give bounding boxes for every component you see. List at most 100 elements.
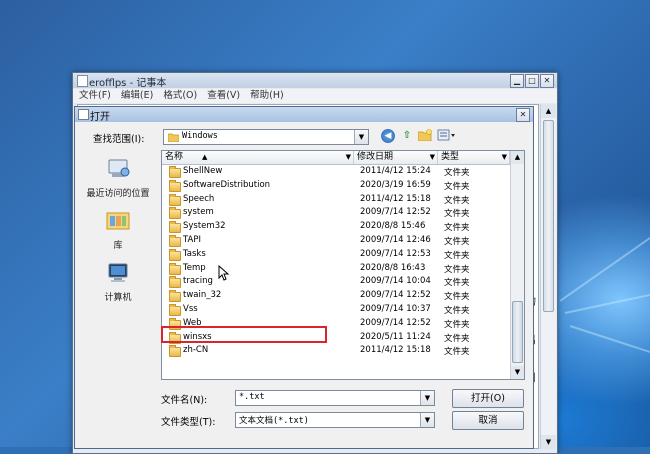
file-type: 文件夹 bbox=[444, 278, 470, 289]
menu-format[interactable]: 格式(O) bbox=[163, 89, 197, 103]
window-title: erofflps - 记事本 bbox=[89, 78, 167, 89]
table-row[interactable]: TAPI 2009/7/14 12:46 文件夹 bbox=[162, 234, 510, 248]
file-type: 文件夹 bbox=[444, 305, 470, 316]
new-folder-icon[interactable] bbox=[417, 129, 433, 143]
file-name: Tasks bbox=[183, 248, 206, 259]
chevron-down-icon[interactable]: ▼ bbox=[430, 151, 435, 164]
table-row[interactable]: SoftwareDistribution 2020/3/19 16:59 文件夹 bbox=[162, 179, 510, 193]
look-in-value: Windows bbox=[182, 131, 218, 141]
table-row[interactable]: tracing 2009/7/14 10:04 文件夹 bbox=[162, 275, 510, 289]
file-type: 文件夹 bbox=[444, 333, 470, 344]
file-name: Speech bbox=[183, 193, 215, 204]
chevron-down-icon[interactable]: ▼ bbox=[502, 151, 507, 164]
table-row[interactable]: Speech 2011/4/12 15:18 文件夹 bbox=[162, 193, 510, 207]
place-recent[interactable]: 最近访问的位置 bbox=[83, 158, 153, 199]
chevron-down-icon[interactable]: ▼ bbox=[354, 130, 368, 144]
folder-icon bbox=[169, 345, 181, 358]
file-date: 2020/5/11 11:24 bbox=[360, 331, 431, 342]
scroll-up-icon[interactable]: ▲ bbox=[511, 151, 524, 164]
list-header: 名称 ▲ ▼ 修改日期 ▼ 类型 ▼ bbox=[162, 151, 510, 165]
table-row[interactable]: System32 2020/8/8 15:46 文件夹 bbox=[162, 220, 510, 234]
open-button[interactable]: 打开(O) bbox=[452, 389, 524, 408]
close-button[interactable]: ✕ bbox=[516, 108, 530, 122]
folder-icon bbox=[169, 221, 181, 234]
file-date: 2020/8/8 15:46 bbox=[360, 221, 426, 232]
file-type: 文件夹 bbox=[444, 181, 470, 192]
file-date: 2020/3/19 16:59 bbox=[360, 179, 431, 190]
folder-icon bbox=[169, 193, 181, 206]
folder-icon bbox=[169, 290, 181, 303]
open-file-dialog: 打开 ✕ 查找范围(I): Windows ▼ ◀ ⇧ 最近访问的位置 库 计算… bbox=[74, 106, 534, 449]
filetype-value: 文本文档(*.txt) bbox=[239, 416, 309, 426]
filename-input[interactable]: *.txt ▼ bbox=[235, 390, 435, 406]
chevron-down-icon[interactable]: ▼ bbox=[346, 151, 351, 164]
table-row[interactable]: system 2009/7/14 12:52 文件夹 bbox=[162, 206, 510, 220]
file-type: 文件夹 bbox=[444, 195, 470, 206]
scroll-thumb[interactable] bbox=[512, 301, 523, 363]
folder-icon bbox=[169, 276, 181, 289]
file-type: 文件夹 bbox=[444, 264, 470, 275]
place-libraries[interactable]: 库 bbox=[83, 210, 153, 251]
file-date: 2009/7/14 12:52 bbox=[360, 317, 431, 328]
minimize-button[interactable]: ▁ bbox=[510, 74, 524, 88]
place-computer[interactable]: 计算机 bbox=[83, 262, 153, 303]
folder-icon bbox=[169, 234, 181, 247]
file-date: 2009/7/14 12:53 bbox=[360, 248, 431, 259]
list-scrollbar[interactable]: ▲ ▼ bbox=[510, 151, 524, 379]
up-folder-icon[interactable]: ⇧ bbox=[400, 129, 414, 143]
notepad-titlebar[interactable]: erofflps - 记事本 ▁ □ ✕ bbox=[73, 73, 557, 89]
file-name: SoftwareDistribution bbox=[183, 179, 271, 190]
file-type: 文件夹 bbox=[444, 250, 470, 261]
menu-help[interactable]: 帮助(H) bbox=[250, 89, 284, 103]
place-label: 计算机 bbox=[104, 293, 132, 303]
cancel-button[interactable]: 取消 bbox=[452, 411, 524, 430]
table-row[interactable]: zh-CN 2011/4/12 15:18 文件夹 bbox=[162, 344, 510, 358]
table-row[interactable]: winsxs 2020/5/11 11:24 文件夹 bbox=[162, 331, 510, 345]
column-header-type[interactable]: 类型 ▼ bbox=[438, 151, 510, 164]
table-row[interactable]: Web 2009/7/14 12:52 文件夹 bbox=[162, 317, 510, 331]
file-type: 文件夹 bbox=[444, 168, 470, 178]
look-in-label: 查找范围(I): bbox=[93, 134, 145, 145]
filename-value: *.txt bbox=[239, 392, 265, 402]
column-label: 类型 bbox=[441, 152, 460, 162]
maximize-button[interactable]: □ bbox=[525, 74, 539, 88]
close-button[interactable]: ✕ bbox=[540, 74, 554, 88]
place-label: 最近访问的位置 bbox=[86, 189, 150, 199]
scroll-up-icon[interactable]: ▲ bbox=[541, 104, 556, 118]
wallpaper-light-streak bbox=[564, 291, 650, 314]
menu-file[interactable]: 文件(F) bbox=[79, 89, 111, 103]
menu-edit[interactable]: 编辑(E) bbox=[121, 89, 153, 103]
window-controls: ▁ □ ✕ bbox=[510, 74, 554, 88]
file-date: 2009/7/14 12:52 bbox=[360, 290, 431, 301]
place-label: 库 bbox=[113, 241, 123, 251]
scroll-down-icon[interactable]: ▼ bbox=[511, 366, 524, 379]
column-label: 名称 bbox=[165, 152, 184, 162]
chevron-down-icon[interactable]: ▼ bbox=[420, 391, 434, 405]
table-row[interactable]: Vss 2009/7/14 10:37 文件夹 bbox=[162, 303, 510, 317]
folder-icon bbox=[168, 133, 179, 142]
wallpaper-light-streak bbox=[559, 237, 650, 302]
folder-icon bbox=[169, 303, 181, 316]
view-menu-icon[interactable] bbox=[436, 129, 458, 143]
back-arrow-icon[interactable]: ◀ bbox=[381, 129, 395, 143]
table-row[interactable]: ShellNew 2011/4/12 15:24 文件夹 bbox=[162, 165, 510, 179]
file-list[interactable]: 名称 ▲ ▼ 修改日期 ▼ 类型 ▼ ShellNew 2011/4/12 15:… bbox=[161, 150, 525, 380]
column-header-date[interactable]: 修改日期 ▼ bbox=[354, 151, 438, 164]
file-type: 文件夹 bbox=[444, 347, 470, 358]
scroll-thumb[interactable] bbox=[543, 120, 554, 312]
look-in-select[interactable]: Windows ▼ bbox=[163, 129, 369, 145]
table-row[interactable]: twain_32 2009/7/14 12:52 文件夹 bbox=[162, 289, 510, 303]
table-row[interactable]: Temp 2020/8/8 16:43 文件夹 bbox=[162, 262, 510, 276]
file-date: 2020/8/8 16:43 bbox=[360, 262, 426, 273]
file-date: 2009/7/14 10:04 bbox=[360, 276, 431, 287]
vertical-scrollbar[interactable]: ▲ ▼ bbox=[540, 104, 556, 449]
table-row[interactable]: Tasks 2009/7/14 12:53 文件夹 bbox=[162, 248, 510, 262]
column-header-name[interactable]: 名称 ▲ ▼ bbox=[162, 151, 354, 164]
menu-bar: 文件(F) 编辑(E) 格式(O) 查看(V) 帮助(H) bbox=[73, 89, 557, 103]
filetype-select[interactable]: 文本文档(*.txt) ▼ bbox=[235, 412, 435, 428]
dialog-titlebar[interactable]: 打开 ✕ bbox=[75, 107, 533, 123]
chevron-down-icon[interactable]: ▼ bbox=[420, 413, 434, 427]
menu-view[interactable]: 查看(V) bbox=[207, 89, 240, 103]
file-date: 2011/4/12 15:18 bbox=[360, 345, 431, 356]
file-name: Web bbox=[183, 317, 202, 328]
